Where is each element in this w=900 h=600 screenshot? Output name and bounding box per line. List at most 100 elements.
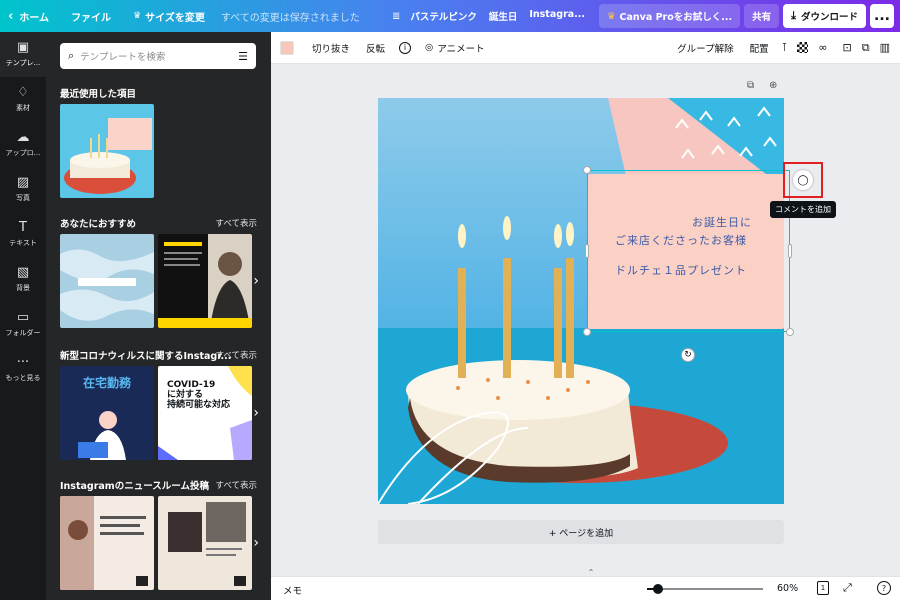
home-label: ホーム bbox=[19, 12, 50, 24]
copy-page-icon[interactable]: ⧉ bbox=[747, 80, 754, 91]
rail-label: アップロ... bbox=[5, 149, 41, 157]
rail-label: 素材 bbox=[16, 104, 30, 112]
rail-label: 写真 bbox=[16, 194, 30, 202]
newsroom-thumbnail-1 bbox=[60, 496, 154, 590]
animate-icon: ◎ bbox=[425, 42, 434, 53]
comment-tooltip: コメントを追加 bbox=[770, 201, 836, 218]
info-icon[interactable]: i bbox=[399, 41, 412, 54]
resize-button[interactable]: ♛ サイズを変更 bbox=[119, 0, 213, 32]
selection-handle-left[interactable] bbox=[585, 244, 589, 258]
recommended-see-all[interactable]: すべて表示 bbox=[215, 217, 257, 229]
recommended-next-arrow[interactable]: › bbox=[253, 273, 259, 289]
rotate-handle[interactable]: ↻ bbox=[681, 348, 695, 362]
bottom-bar: メモ 60% 1 ⤢ ? bbox=[271, 576, 900, 600]
rail-item-elements[interactable]: ♢ 素材 bbox=[0, 77, 46, 122]
help-button[interactable]: ? bbox=[877, 581, 891, 595]
search-placeholder: テンプレートを検索 bbox=[80, 52, 166, 63]
template-search[interactable]: ⌕ テンプレートを検索 ☰ bbox=[60, 43, 256, 69]
newsroom-next-arrow[interactable]: › bbox=[253, 535, 259, 551]
paint-roller-icon[interactable]: ⊺ bbox=[782, 41, 788, 54]
rail-item-more[interactable]: ··· もっと見る bbox=[0, 347, 46, 392]
recommended-template-1[interactable] bbox=[60, 234, 154, 328]
home-button[interactable]: ‹ ホーム bbox=[0, 0, 57, 32]
crown-icon: ♛ bbox=[607, 10, 616, 22]
rail-label: テンプレ... bbox=[5, 59, 41, 67]
portrait-thumbnail-image bbox=[158, 234, 252, 328]
notes-button[interactable]: メモ bbox=[283, 583, 302, 597]
transparency-icon[interactable] bbox=[797, 42, 809, 53]
add-comment-button[interactable]: ◯ bbox=[783, 162, 823, 198]
rail-item-templates[interactable]: ▣ テンプレ... bbox=[0, 32, 46, 77]
help-icon: ? bbox=[881, 583, 887, 593]
upload-icon: ☁ bbox=[16, 130, 30, 145]
lock-icon[interactable]: ⊡ bbox=[843, 41, 852, 54]
zoom-level[interactable]: 60% bbox=[777, 583, 798, 594]
cake-thumbnail-image bbox=[60, 104, 154, 198]
newsroom-section-title: Instagramのニュースルーム投稿 bbox=[60, 481, 209, 492]
duplicate-icon[interactable]: ⧉ bbox=[862, 41, 870, 55]
arrange-button[interactable]: 配置 bbox=[742, 41, 777, 55]
rail-item-uploads[interactable]: ☁ アップロ... bbox=[0, 122, 46, 167]
ungroup-button[interactable]: グループ解除 bbox=[669, 41, 741, 55]
design-title-part-2: 誕生日 bbox=[488, 12, 518, 23]
more-options-button[interactable]: ... bbox=[870, 4, 894, 28]
text-icon: T bbox=[19, 220, 27, 235]
page-count-button[interactable]: 1 bbox=[817, 581, 829, 595]
share-button[interactable]: 共有 bbox=[744, 4, 780, 28]
recommended-template-2[interactable] bbox=[158, 234, 252, 328]
rail-item-background[interactable]: ▧ 背景 bbox=[0, 257, 46, 302]
design-title-part-3: Instagra... bbox=[529, 9, 585, 20]
file-menu[interactable]: ファイル bbox=[57, 0, 119, 32]
trash-icon[interactable]: ▥ bbox=[880, 41, 890, 54]
covid-thumb2-text: COVID-19 に対する 持続可能な対応 bbox=[167, 380, 231, 410]
crop-button[interactable]: 切り抜き bbox=[304, 41, 358, 55]
selection-handle-bottom-left[interactable] bbox=[583, 328, 591, 336]
zoom-slider-thumb[interactable] bbox=[653, 584, 663, 594]
download-button[interactable]: ⤓ ダウンロード bbox=[783, 4, 866, 28]
covid-see-all[interactable]: すべて表示 bbox=[215, 349, 257, 361]
link-icon[interactable]: ∞ bbox=[818, 41, 827, 54]
selection-handle-top-left[interactable] bbox=[583, 166, 591, 174]
color-swatch[interactable] bbox=[280, 40, 294, 55]
zoom-slider[interactable] bbox=[647, 584, 763, 594]
background-icon: ▧ bbox=[16, 265, 30, 280]
filter-icon: ☰ bbox=[238, 49, 248, 63]
comment-icon: ◯ bbox=[793, 170, 813, 190]
try-pro-button[interactable]: ♛ Canva Proをお試しく... bbox=[599, 4, 741, 28]
animate-button[interactable]: ◎ アニメート bbox=[417, 41, 493, 55]
water-thumbnail-image bbox=[60, 234, 154, 328]
file-label: ファイル bbox=[71, 12, 112, 24]
newsroom-see-all[interactable]: すべて表示 bbox=[215, 479, 257, 491]
download-label: ダウンロード bbox=[800, 12, 858, 23]
rail-item-folder[interactable]: ▭ フォルダー bbox=[0, 302, 46, 347]
design-title-icon: ≣ bbox=[391, 10, 401, 22]
selection-box[interactable] bbox=[587, 170, 790, 332]
crown-icon: ♛ bbox=[133, 11, 142, 21]
rail-label: フォルダー bbox=[5, 329, 41, 337]
add-page-button[interactable]: + ページを追加 bbox=[378, 520, 784, 544]
folder-icon: ▭ bbox=[16, 310, 30, 325]
covid-template-2[interactable]: COVID-19 に対する 持続可能な対応 bbox=[158, 366, 252, 460]
covid-next-arrow[interactable]: › bbox=[253, 405, 259, 421]
page-count-label: 1 bbox=[820, 584, 826, 592]
covid-template-1[interactable]: 在宅勤務 bbox=[60, 366, 154, 460]
recent-template-thumbnail[interactable] bbox=[60, 104, 154, 198]
flip-button[interactable]: 反転 bbox=[358, 41, 393, 55]
design-title[interactable]: パステルピンク 誕生日 Instagra... bbox=[406, 9, 589, 23]
newsroom-template-1[interactable] bbox=[60, 496, 154, 590]
selection-handle-bottom-right[interactable] bbox=[786, 328, 794, 336]
fullscreen-icon[interactable]: ⤢ bbox=[843, 581, 852, 595]
selection-handle-right[interactable] bbox=[788, 244, 792, 258]
covid-section-title: 新型コロナウィルスに関するInstagr... bbox=[60, 351, 232, 362]
rail-label: もっと見る bbox=[5, 374, 41, 382]
add-page-icon[interactable]: ⊕ bbox=[769, 80, 777, 91]
try-pro-label: Canva Proをお試しく... bbox=[619, 12, 733, 23]
editor-toolbar: 切り抜き 反転 i ◎ アニメート グループ解除 配置 ⊺ ∞ ⊡ ⧉ ▥ bbox=[271, 32, 900, 64]
side-rail: ▣ テンプレ... ♢ 素材 ☁ アップロ... ▨ 写真 T テキスト ▧ 背… bbox=[0, 32, 46, 600]
newsroom-template-2[interactable] bbox=[158, 496, 252, 590]
resize-label: サイズを変更 bbox=[145, 12, 205, 24]
more-icon: ··· bbox=[16, 355, 30, 370]
rail-item-text[interactable]: T テキスト bbox=[0, 212, 46, 257]
rail-item-photos[interactable]: ▨ 写真 bbox=[0, 167, 46, 212]
save-status: すべての変更は保存されました bbox=[220, 12, 360, 24]
